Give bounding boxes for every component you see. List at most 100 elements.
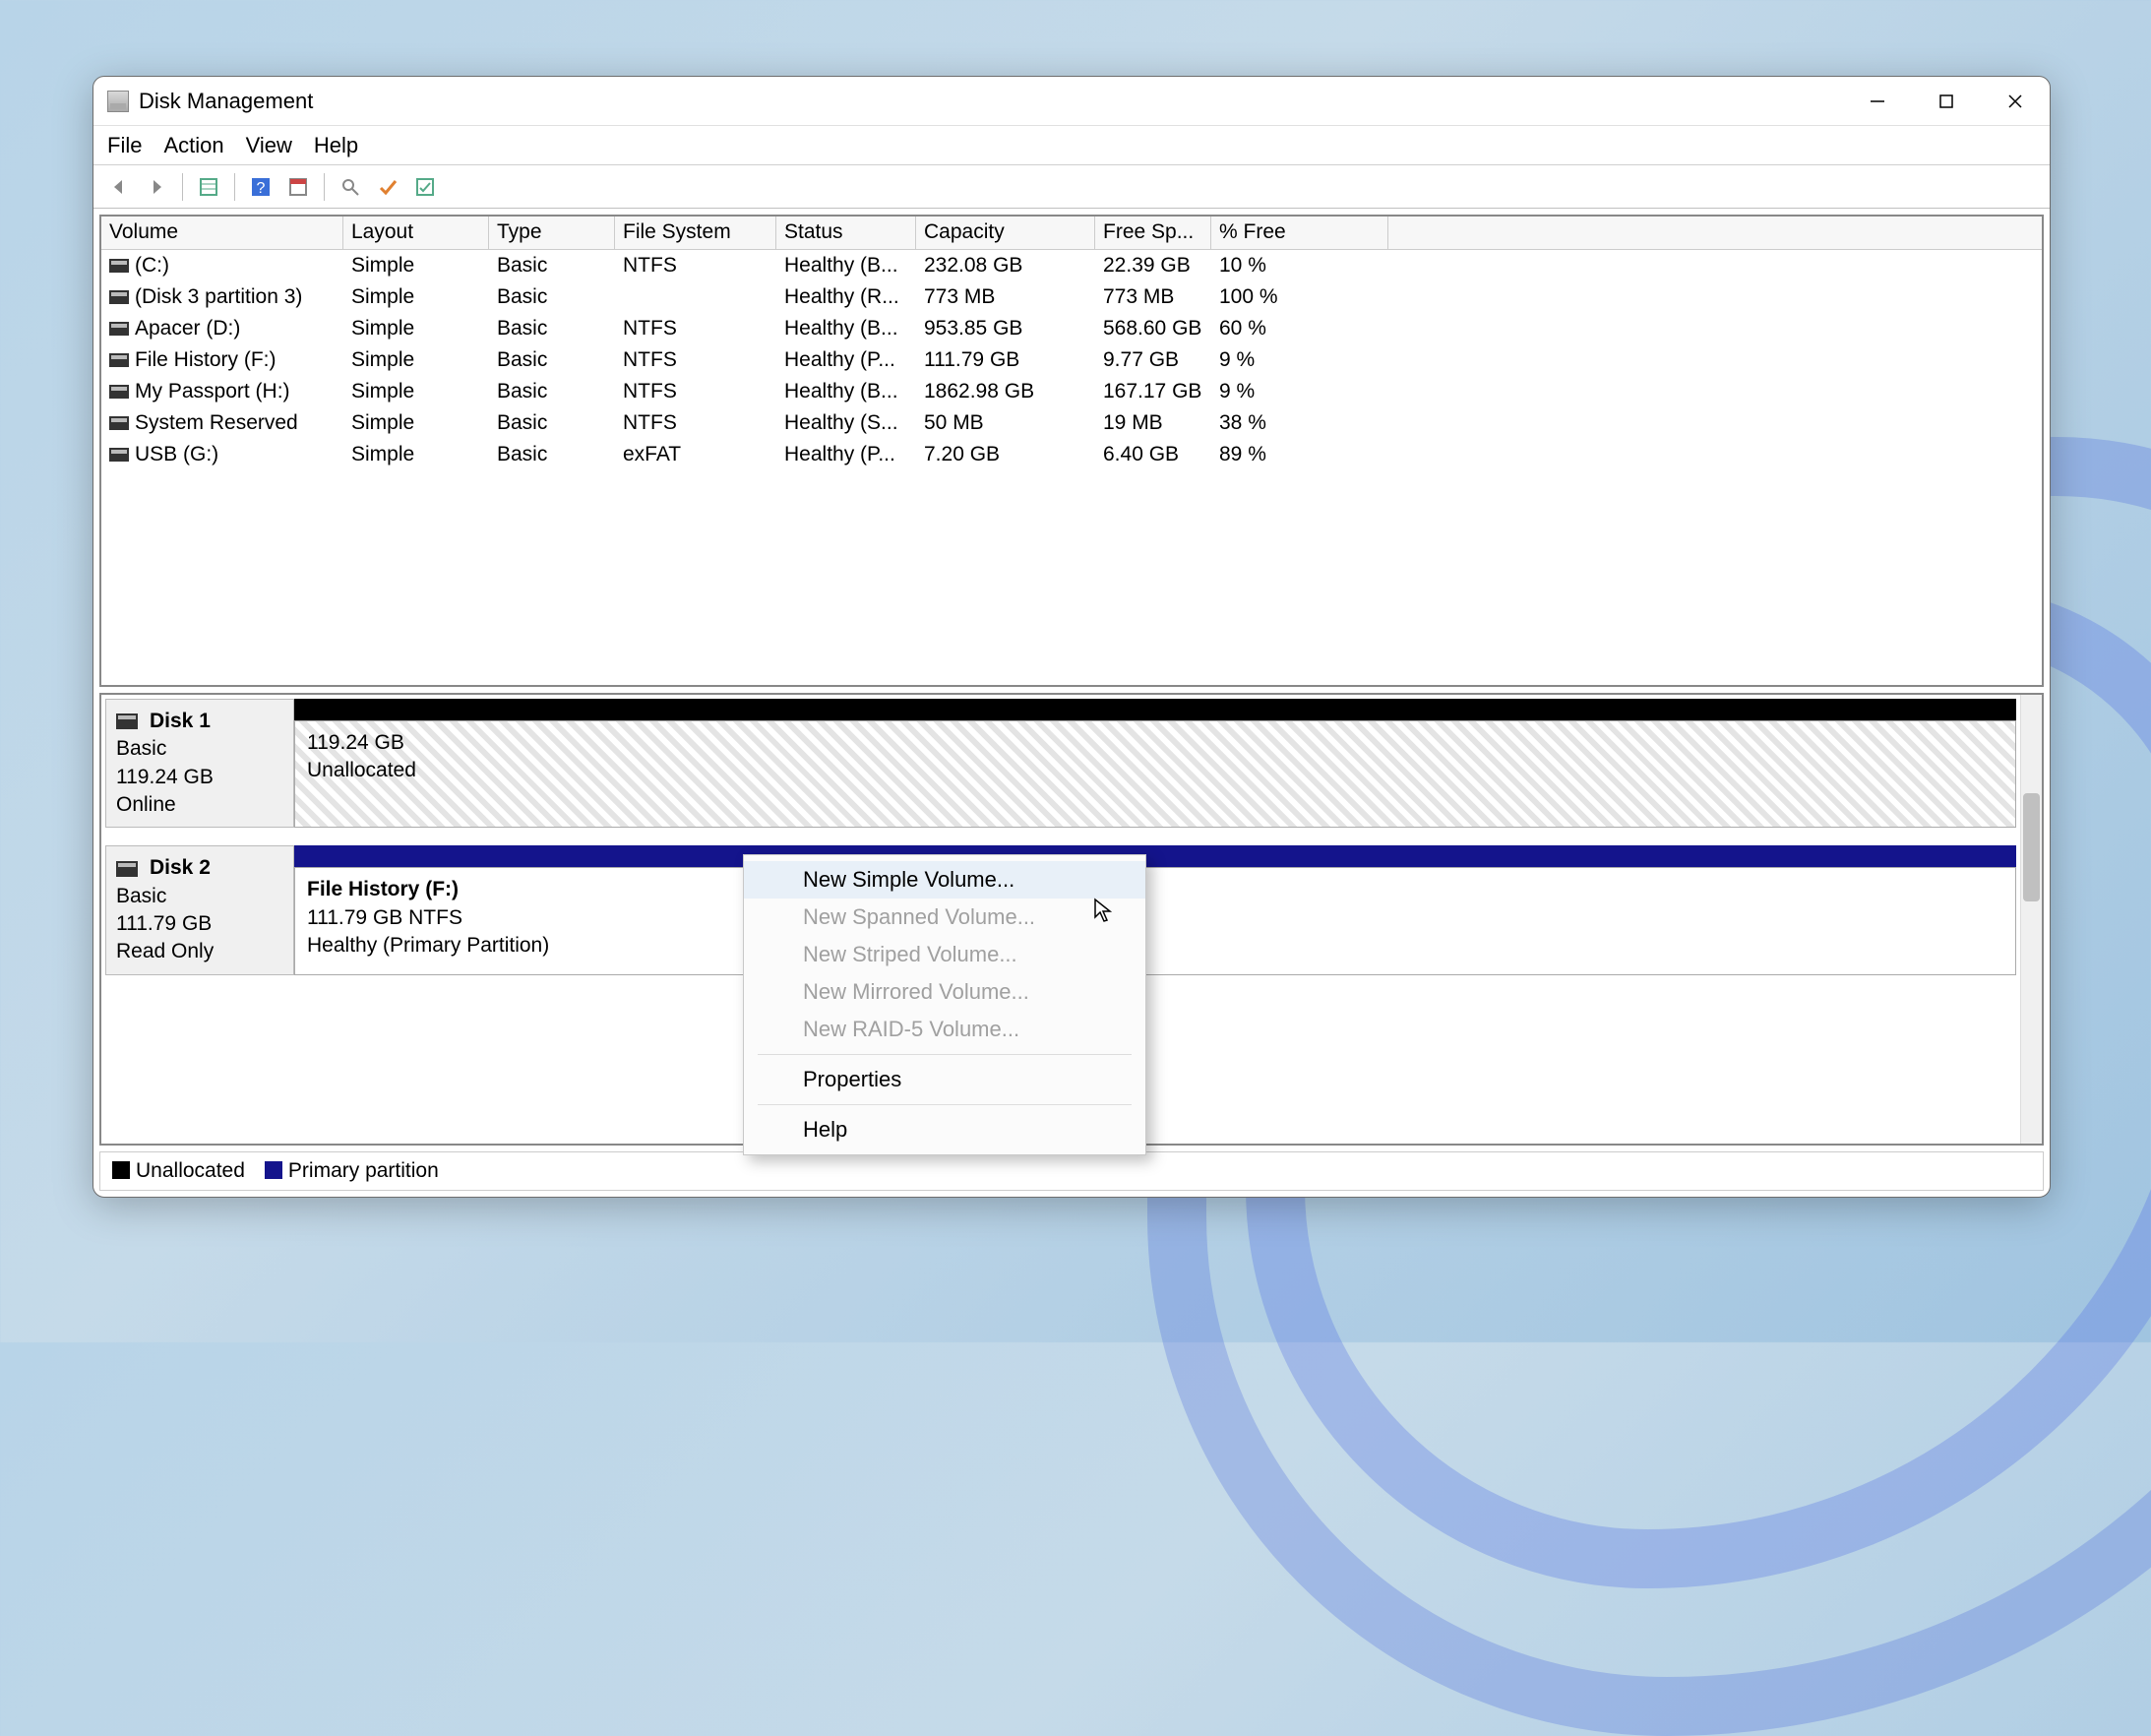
- table-cell: USB (G:): [101, 439, 343, 470]
- table-cell: 10 %: [1211, 250, 1388, 281]
- table-cell: System Reserved: [101, 407, 343, 439]
- volume-list-body: (C:)SimpleBasicNTFSHealthy (B...232.08 G…: [101, 250, 2042, 470]
- col-filesystem[interactable]: File System: [615, 217, 776, 249]
- table-cell: Simple: [343, 250, 489, 281]
- volume-icon: [109, 385, 129, 399]
- menu-separator: [758, 1104, 1132, 1105]
- table-cell: Basic: [489, 281, 615, 313]
- disk-icon: [116, 861, 138, 877]
- context-menu: New Simple Volume... New Spanned Volume.…: [743, 854, 1146, 1155]
- menubar: File Action View Help: [93, 126, 2050, 165]
- partition-title: File History (F:): [307, 876, 2003, 903]
- disk-type: Basic: [116, 883, 283, 910]
- col-layout[interactable]: Layout: [343, 217, 489, 249]
- menu-item-properties[interactable]: Properties: [744, 1061, 1145, 1098]
- toolbar-separator: [234, 173, 235, 201]
- table-row[interactable]: System ReservedSimpleBasicNTFSHealthy (S…: [101, 407, 2042, 439]
- help-icon[interactable]: ?: [245, 171, 277, 203]
- volume-list-header: Volume Layout Type File System Status Ca…: [101, 217, 2042, 250]
- toolbar-search-icon[interactable]: [335, 171, 366, 203]
- menu-action[interactable]: Action: [163, 133, 223, 158]
- table-cell: Basic: [489, 376, 615, 407]
- table-row[interactable]: USB (G:)SimpleBasicexFATHealthy (P...7.2…: [101, 439, 2042, 470]
- table-cell: Simple: [343, 439, 489, 470]
- col-volume[interactable]: Volume: [101, 217, 343, 249]
- toolbar-separator: [324, 173, 325, 201]
- back-button[interactable]: [103, 171, 135, 203]
- table-cell: Simple: [343, 407, 489, 439]
- table-cell: 232.08 GB: [916, 250, 1095, 281]
- table-cell: File History (F:): [101, 344, 343, 376]
- toolbar-view-icon[interactable]: [282, 171, 314, 203]
- table-cell: Healthy (P...: [776, 344, 916, 376]
- minimize-button[interactable]: [1843, 77, 1912, 125]
- disk-info-panel[interactable]: Disk 2 Basic 111.79 GB Read Only: [105, 845, 294, 974]
- toolbar-list-icon[interactable]: [193, 171, 224, 203]
- table-cell: Basic: [489, 439, 615, 470]
- table-cell: NTFS: [615, 407, 776, 439]
- disk-icon: [116, 713, 138, 729]
- table-row[interactable]: (C:)SimpleBasicNTFSHealthy (B...232.08 G…: [101, 250, 2042, 281]
- table-cell: Healthy (S...: [776, 407, 916, 439]
- disk-info-panel[interactable]: Disk 1 Basic 119.24 GB Online: [105, 699, 294, 828]
- partition-color-band: [294, 699, 2016, 720]
- menu-item-new-mirrored-volume: New Mirrored Volume...: [744, 973, 1145, 1011]
- forward-button[interactable]: [141, 171, 172, 203]
- scrollbar-thumb[interactable]: [2023, 793, 2040, 901]
- col-type[interactable]: Type: [489, 217, 615, 249]
- vertical-scrollbar[interactable]: [2020, 695, 2042, 1144]
- table-cell: Simple: [343, 281, 489, 313]
- table-cell: 111.79 GB: [916, 344, 1095, 376]
- col-percent-free[interactable]: % Free: [1211, 217, 1388, 249]
- table-cell: 38 %: [1211, 407, 1388, 439]
- maximize-button[interactable]: [1912, 77, 1981, 125]
- disk-partition-map: File History (F:) 111.79 GB NTFS Healthy…: [294, 845, 2016, 974]
- menu-file[interactable]: File: [107, 133, 142, 158]
- table-cell: 568.60 GB: [1095, 313, 1211, 344]
- window-title: Disk Management: [139, 89, 1843, 114]
- toolbar: ?: [93, 165, 2050, 209]
- table-row[interactable]: Apacer (D:)SimpleBasicNTFSHealthy (B...9…: [101, 313, 2042, 344]
- close-button[interactable]: [1981, 77, 2050, 125]
- toolbar-separator: [182, 173, 183, 201]
- table-cell: NTFS: [615, 250, 776, 281]
- table-cell: 6.40 GB: [1095, 439, 1211, 470]
- disk-state: Online: [116, 791, 283, 819]
- volume-icon: [109, 259, 129, 273]
- menu-item-help[interactable]: Help: [744, 1111, 1145, 1148]
- col-capacity[interactable]: Capacity: [916, 217, 1095, 249]
- partition-primary[interactable]: File History (F:) 111.79 GB NTFS Healthy…: [294, 867, 2016, 974]
- menu-view[interactable]: View: [246, 133, 292, 158]
- table-cell: Healthy (B...: [776, 376, 916, 407]
- disk-row[interactable]: Disk 1 Basic 119.24 GB Online 119.24 GB …: [105, 699, 2016, 841]
- partition-color-band: [294, 845, 2016, 867]
- menu-item-new-simple-volume[interactable]: New Simple Volume...: [744, 861, 1145, 899]
- volume-list[interactable]: Volume Layout Type File System Status Ca…: [99, 215, 2044, 687]
- menu-help[interactable]: Help: [314, 133, 358, 158]
- toolbar-check-icon[interactable]: [372, 171, 403, 203]
- legend-swatch-black: [112, 1161, 130, 1179]
- disk-size: 111.79 GB: [116, 910, 283, 938]
- table-cell: 100 %: [1211, 281, 1388, 313]
- volume-icon: [109, 448, 129, 462]
- table-cell: Healthy (P...: [776, 439, 916, 470]
- table-cell: (C:): [101, 250, 343, 281]
- col-status[interactable]: Status: [776, 217, 916, 249]
- partition-unallocated[interactable]: 119.24 GB Unallocated: [294, 720, 2016, 828]
- table-row[interactable]: File History (F:)SimpleBasicNTFSHealthy …: [101, 344, 2042, 376]
- menu-item-new-striped-volume: New Striped Volume...: [744, 936, 1145, 973]
- table-cell: Simple: [343, 376, 489, 407]
- toolbar-properties-icon[interactable]: [409, 171, 441, 203]
- disk-name: Disk 1: [150, 708, 211, 735]
- table-row[interactable]: My Passport (H:)SimpleBasicNTFSHealthy (…: [101, 376, 2042, 407]
- disk-state: Read Only: [116, 938, 283, 965]
- table-cell: (Disk 3 partition 3): [101, 281, 343, 313]
- legend-swatch-navy: [265, 1161, 282, 1179]
- partition-status: Healthy (Primary Partition): [307, 932, 2003, 960]
- table-row[interactable]: (Disk 3 partition 3)SimpleBasicHealthy (…: [101, 281, 2042, 313]
- menu-separator: [758, 1054, 1132, 1055]
- table-cell: Apacer (D:): [101, 313, 343, 344]
- table-cell: 89 %: [1211, 439, 1388, 470]
- titlebar[interactable]: Disk Management: [93, 77, 2050, 126]
- col-free-space[interactable]: Free Sp...: [1095, 217, 1211, 249]
